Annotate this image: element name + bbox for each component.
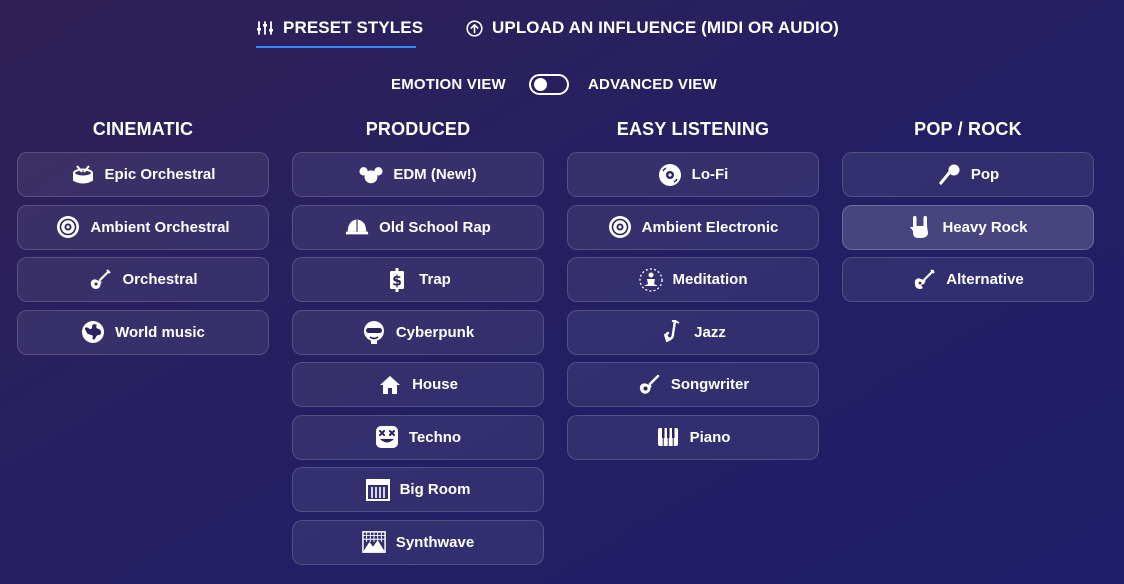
svg-text:$: $ bbox=[392, 273, 402, 289]
style-label: Piano bbox=[689, 428, 731, 446]
style-label: Orchestral bbox=[122, 271, 198, 288]
column-title-cinematic: CINEMATIC bbox=[92, 119, 194, 139]
speaker-grid-icon bbox=[365, 478, 390, 502]
cap-icon bbox=[345, 215, 369, 239]
style-button-lo-fi[interactable]: Lo-Fi bbox=[567, 152, 819, 197]
style-button-alternative[interactable]: Alternative bbox=[842, 257, 1094, 302]
style-button-pop[interactable]: Pop bbox=[842, 152, 1094, 197]
style-label: Heavy Rock bbox=[942, 218, 1028, 236]
active-tab-indicator bbox=[256, 46, 416, 48]
microphone-icon bbox=[937, 163, 961, 187]
electric-guitar-icon bbox=[912, 268, 936, 292]
tab-preset-label: PRESET STYLES bbox=[283, 18, 424, 37]
house-icon bbox=[378, 373, 402, 397]
rock-hand-icon bbox=[908, 215, 932, 239]
column-cinematic: Epic Orchestral Ambient Orchestral Orche… bbox=[17, 152, 269, 362]
style-tabs: PRESET STYLES UPLOAD AN INFLUENCE (MIDI … bbox=[0, 0, 1124, 60]
style-button-old-school-rap[interactable]: Old School Rap bbox=[292, 204, 544, 250]
style-button-cyberpunk[interactable]: Cyberpunk bbox=[292, 309, 544, 355]
style-label: Synthwave bbox=[395, 533, 475, 551]
style-label: Ambient Orchestral bbox=[90, 218, 230, 236]
column-produced: EDM (New!) Old School Rap $ Trap Cyberpu… bbox=[292, 152, 544, 572]
style-label: Ambient Electronic bbox=[641, 218, 779, 236]
column-easy-listening: Lo-Fi Ambient Electronic Meditation Jazz… bbox=[567, 152, 819, 467]
mouse-ears-icon bbox=[359, 163, 383, 187]
style-button-trap[interactable]: $ Trap bbox=[292, 257, 544, 302]
style-button-ambient-orchestral[interactable]: Ambient Orchestral bbox=[17, 204, 269, 250]
view-switch-row: EMOTION VIEW ADVANCED VIEW bbox=[0, 74, 1124, 96]
tab-upload-label: UPLOAD AN INFLUENCE (MIDI OR AUDIO) bbox=[492, 18, 839, 37]
column-title-pop-rock: POP / ROCK bbox=[914, 119, 1022, 139]
style-button-world-music[interactable]: World music bbox=[17, 309, 269, 355]
style-button-techno[interactable]: Techno bbox=[292, 414, 544, 460]
style-label: Alternative bbox=[946, 271, 1024, 288]
column-title-produced: PRODUCED bbox=[365, 119, 471, 139]
drum-icon bbox=[71, 163, 95, 187]
style-label: Techno bbox=[408, 428, 462, 446]
column-pop-rock: Pop Heavy Rock Alternative bbox=[842, 152, 1094, 310]
record-icon bbox=[658, 163, 682, 187]
tab-preset-styles[interactable]: PRESET STYLES bbox=[256, 16, 423, 40]
style-label: Songwriter bbox=[670, 376, 750, 393]
dollar-icon: $ bbox=[385, 267, 409, 292]
style-button-piano[interactable]: Piano bbox=[567, 414, 819, 460]
visor-head-icon bbox=[362, 320, 386, 344]
style-label: House bbox=[412, 376, 458, 393]
vinyl-circle-icon bbox=[608, 215, 632, 239]
style-label: World music bbox=[115, 323, 205, 341]
style-label: Jazz bbox=[694, 323, 726, 341]
piano-keys-icon bbox=[656, 425, 680, 449]
saxophone-icon bbox=[660, 320, 684, 344]
style-label: EDM (New!) bbox=[393, 166, 477, 183]
globe-icon bbox=[81, 320, 105, 344]
violin-icon bbox=[88, 268, 112, 292]
style-label: Cyberpunk bbox=[395, 323, 475, 341]
toggle-knob bbox=[534, 78, 547, 91]
advanced-view-label: ADVANCED VIEW bbox=[588, 76, 717, 93]
x-face-icon bbox=[375, 425, 399, 449]
style-button-house[interactable]: House bbox=[292, 362, 544, 407]
style-label: Trap bbox=[419, 271, 451, 288]
style-button-edm[interactable]: EDM (New!) bbox=[292, 152, 544, 197]
style-button-big-room[interactable]: Big Room bbox=[292, 467, 544, 512]
style-button-orchestral[interactable]: Orchestral bbox=[17, 257, 269, 302]
grid-sunset-icon bbox=[361, 530, 386, 554]
style-label: Meditation bbox=[672, 271, 748, 288]
style-button-synthwave[interactable]: Synthwave bbox=[292, 519, 544, 565]
style-button-songwriter[interactable]: Songwriter bbox=[567, 362, 819, 407]
style-button-jazz[interactable]: Jazz bbox=[567, 309, 819, 355]
view-toggle-switch[interactable] bbox=[529, 74, 569, 95]
style-label: Old School Rap bbox=[379, 218, 491, 236]
emotion-view-label: EMOTION VIEW bbox=[391, 76, 506, 93]
upload-icon bbox=[466, 19, 483, 37]
style-label: Epic Orchestral bbox=[104, 166, 216, 183]
column-title-easy-listening: EASY LISTENING bbox=[616, 119, 770, 139]
sliders-icon bbox=[256, 21, 274, 35]
acoustic-guitar-icon bbox=[637, 373, 661, 397]
meditation-icon bbox=[638, 267, 663, 292]
vinyl-circle-icon bbox=[56, 215, 80, 239]
style-label: Big Room bbox=[399, 481, 471, 498]
style-button-meditation[interactable]: Meditation bbox=[567, 257, 819, 302]
style-button-ambient-electronic[interactable]: Ambient Electronic bbox=[567, 204, 819, 250]
style-label: Pop bbox=[970, 166, 1000, 183]
tab-upload-influence[interactable]: UPLOAD AN INFLUENCE (MIDI OR AUDIO) bbox=[466, 16, 839, 40]
style-label: Lo-Fi bbox=[691, 166, 729, 183]
style-button-epic-orchestral[interactable]: Epic Orchestral bbox=[17, 152, 269, 197]
style-button-heavy-rock[interactable]: Heavy Rock bbox=[842, 204, 1094, 250]
